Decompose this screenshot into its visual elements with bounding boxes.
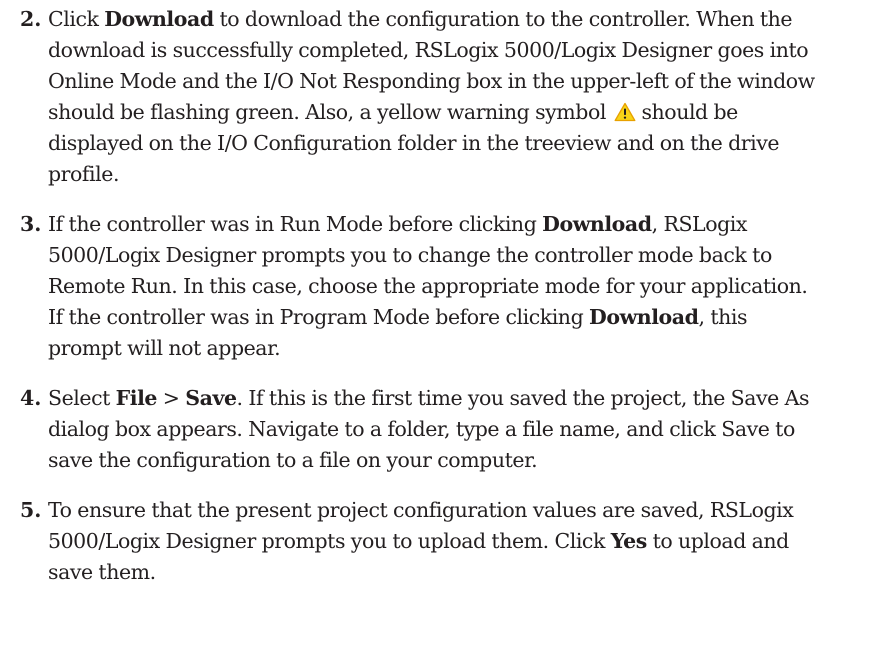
file-menu-term: File bbox=[115, 386, 158, 410]
step-number: 2. bbox=[20, 7, 42, 31]
step-text: To ensure that the present project confi… bbox=[48, 495, 823, 588]
step-4: 4. Select File > Save. If this is the fi… bbox=[20, 383, 870, 476]
step-text-part: If the controller was in Run Mode before… bbox=[48, 212, 543, 236]
instruction-list: 2. Click Download to download the config… bbox=[20, 4, 870, 607]
step-number: 3. bbox=[20, 212, 42, 236]
step-3: 3. If the controller was in Run Mode bef… bbox=[20, 209, 870, 364]
step-2: 2. Click Download to download the config… bbox=[20, 4, 870, 190]
download-term: Download bbox=[589, 305, 699, 329]
download-term: Download bbox=[104, 7, 214, 31]
step-number: 4. bbox=[20, 386, 42, 410]
step-text: If the controller was in Run Mode before… bbox=[48, 209, 823, 364]
warning-triangle-icon bbox=[614, 102, 636, 122]
step-text: Select File > Save. If this is the first… bbox=[48, 383, 823, 476]
step-number: 5. bbox=[20, 498, 42, 522]
step-text-part: Click bbox=[48, 7, 105, 31]
step-text-part: Select bbox=[48, 386, 116, 410]
save-menu-term: Save bbox=[185, 386, 237, 410]
step-text-part: > bbox=[157, 386, 186, 410]
yes-term: Yes bbox=[610, 529, 648, 553]
step-text: Click Download to download the configura… bbox=[48, 4, 823, 190]
download-term: Download bbox=[542, 212, 652, 236]
step-5: 5. To ensure that the present project co… bbox=[20, 495, 870, 588]
